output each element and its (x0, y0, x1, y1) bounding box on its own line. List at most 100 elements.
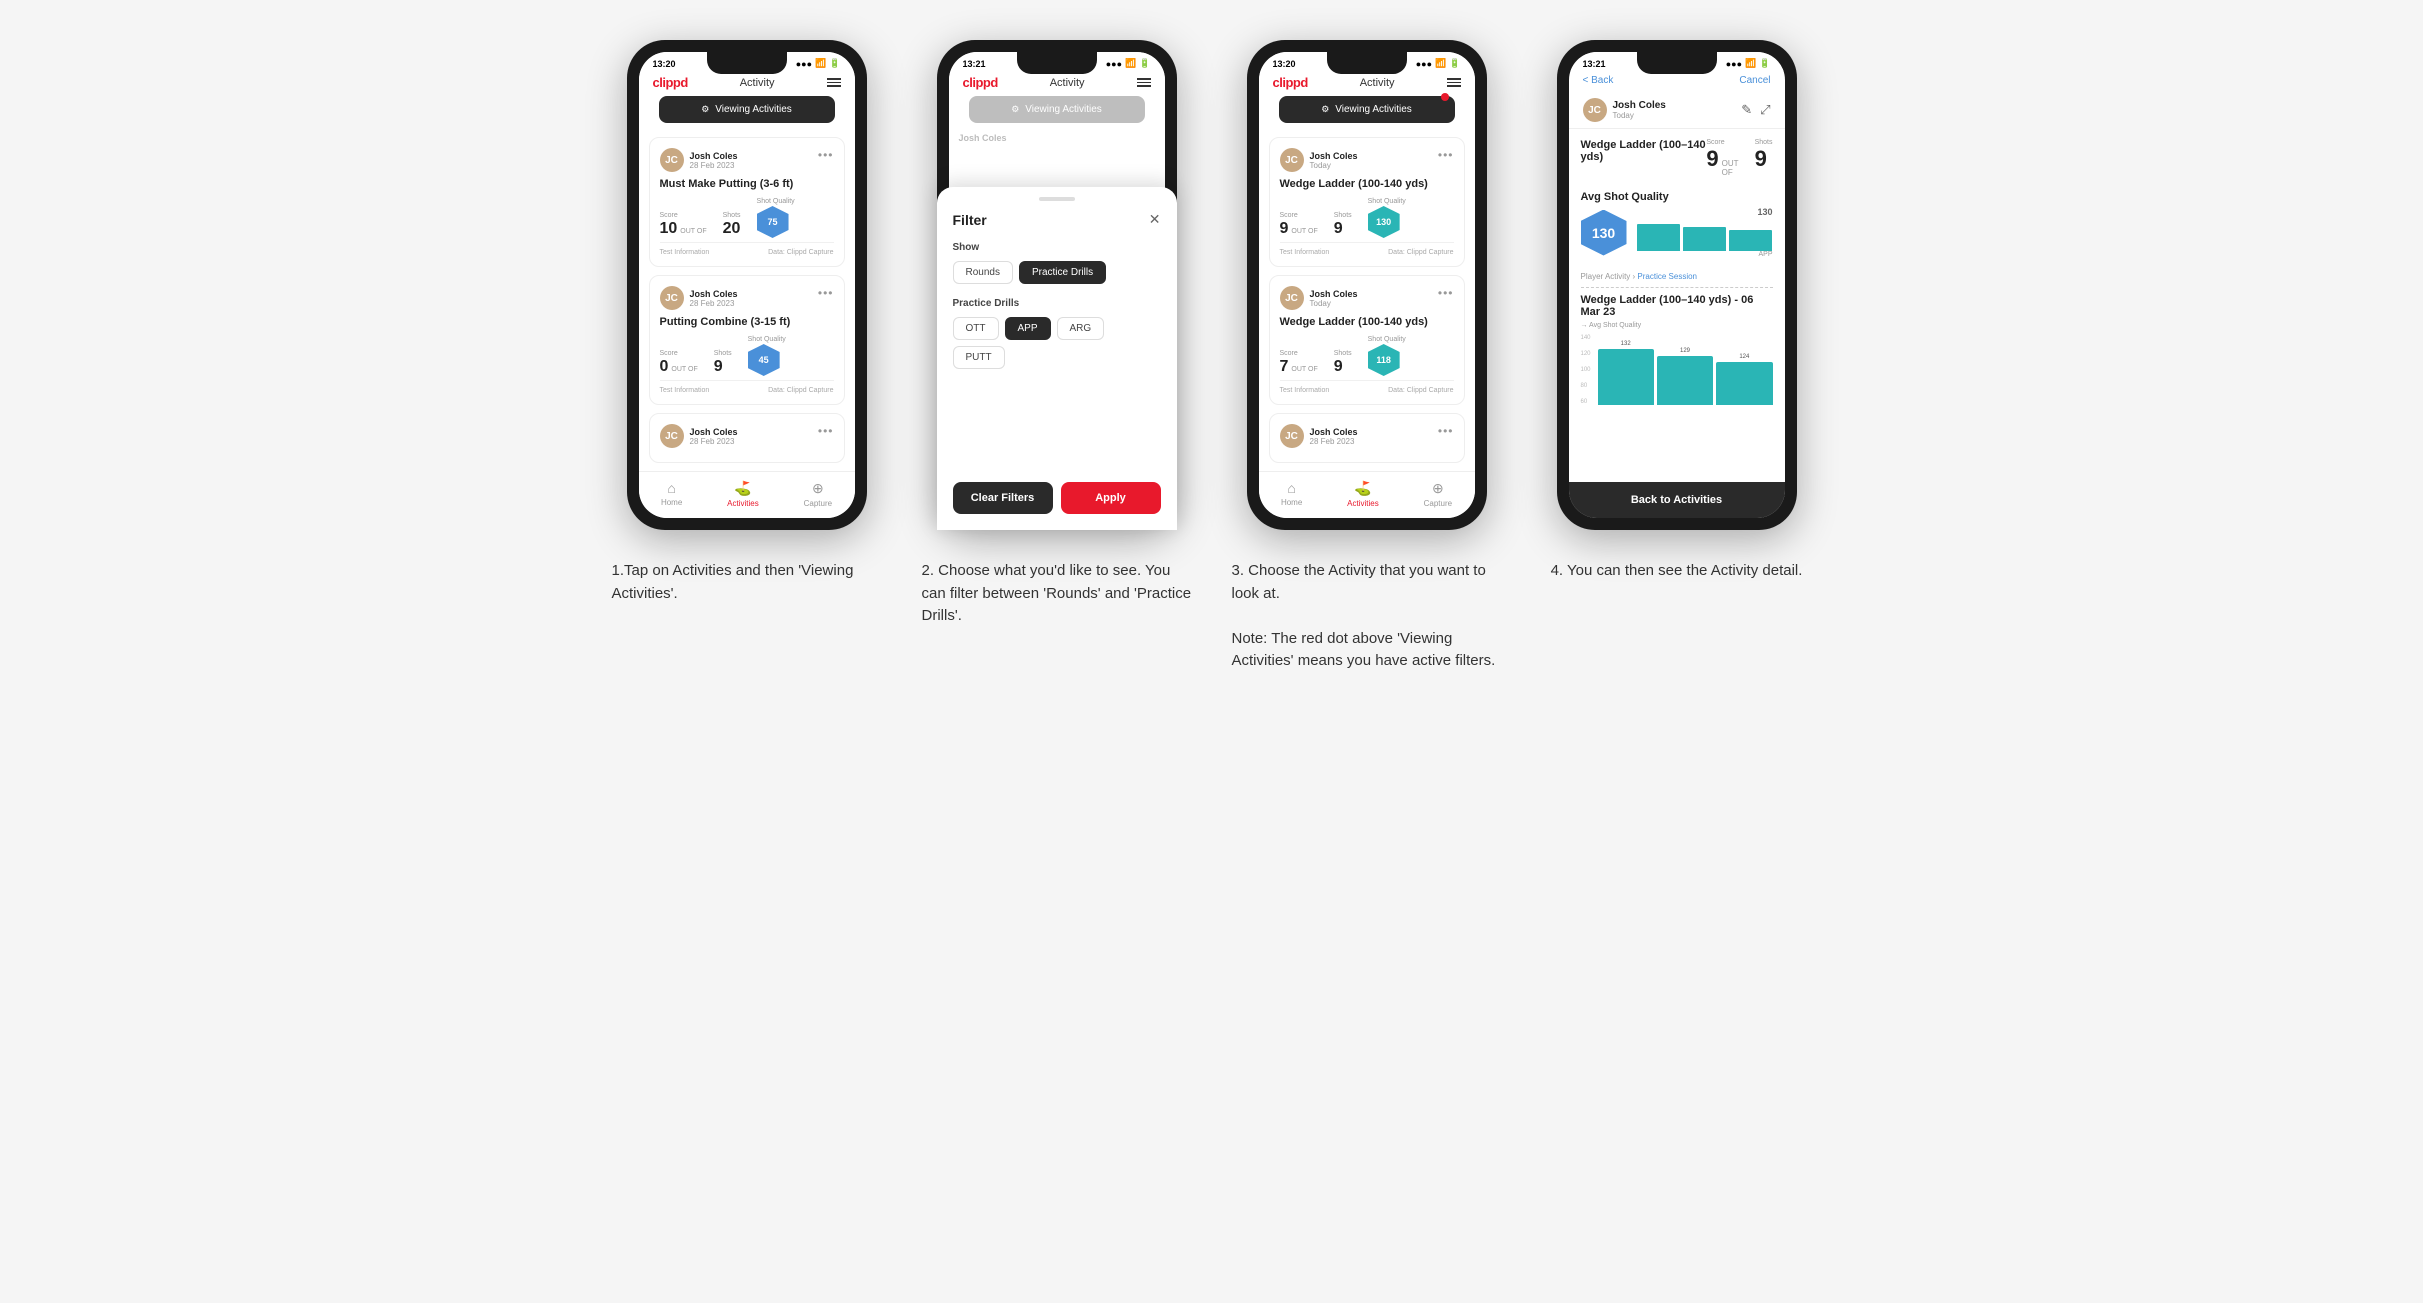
shots-block-3-1: Shots 9 (1334, 212, 1352, 238)
back-to-activities-button[interactable]: Back to Activities (1569, 482, 1785, 518)
activity-card-3[interactable]: JC Josh Coles 28 Feb 2023 ••• (649, 413, 845, 463)
dots-menu-3-2[interactable]: ••• (1438, 286, 1454, 300)
screen3-column: 13:20 ●●● 📶 🔋 clippd Activity (1232, 40, 1502, 673)
activity-card-3-3[interactable]: JC Josh Coles 28 Feb 2023 ••• (1269, 413, 1465, 463)
activity-card-3-2[interactable]: JC Josh Coles Today ••• Wedge Ladder (10… (1269, 275, 1465, 405)
detail-user-name: Josh Coles (1613, 100, 1666, 111)
detail-avg-label: Avg Shot Quality (1581, 191, 1773, 203)
outof-2: OUT OF (671, 366, 697, 373)
avg-shot-row: 130 130 APP (1581, 207, 1773, 258)
page-container: 13:20 ●●● 📶 🔋 clippd Activity (612, 40, 1812, 673)
footer-left-3-2: Test Information (1280, 387, 1330, 394)
practice-session-link[interactable]: Practice Session (1637, 272, 1697, 281)
show-label: Show (953, 242, 1161, 253)
activity-card-2[interactable]: JC Josh Coles 28 Feb 2023 ••• Putting Co… (649, 275, 845, 405)
hamburger-1[interactable] (827, 78, 841, 87)
dots-menu-3-1[interactable]: ••• (1438, 148, 1454, 162)
viewing-banner-2: ⚙ Viewing Activities (969, 96, 1145, 123)
activity-title-3-1: Wedge Ladder (100-140 yds) (1280, 178, 1454, 190)
stats-row-2: Score 0 OUT OF Shots 9 (660, 336, 834, 376)
hamburger-2[interactable] (1137, 78, 1151, 87)
chip-putt[interactable]: PUTT (953, 346, 1005, 369)
card-behind-name-2: Josh Coles (959, 129, 1155, 147)
status-right-4: ●●● 📶 🔋 (1726, 58, 1771, 69)
user-date-1: 28 Feb 2023 (690, 161, 738, 170)
chip-app[interactable]: APP (1005, 317, 1051, 340)
avatar-3-2: JC (1280, 286, 1304, 310)
battery-3: 🔋 (1449, 58, 1460, 69)
logo-1: clippd (653, 75, 688, 90)
cancel-button-4[interactable]: Cancel (1739, 75, 1770, 86)
footer-right-1: Data: Clippd Capture (768, 249, 833, 256)
footer-right-3-1: Data: Clippd Capture (1388, 249, 1453, 256)
tab-activities-1[interactable]: ⛳ Activities (727, 480, 759, 508)
chip-ott[interactable]: OTT (953, 317, 999, 340)
status-right-1: ●●● 📶 🔋 (796, 58, 841, 69)
modal-body: Show Rounds Practice Drills Practice Dri… (949, 234, 1165, 472)
activity-title-1: Must Make Putting (3-6 ft) (660, 178, 834, 190)
chip-rounds[interactable]: Rounds (953, 261, 1013, 284)
wifi-2: 📶 (1125, 58, 1136, 69)
user-name-date-3-2: Josh Coles Today (1310, 289, 1358, 308)
capture-icon-1: ⊕ (812, 480, 824, 497)
detail-icons: ✎ ⤢ (1741, 102, 1770, 118)
bar-1 (1598, 349, 1654, 405)
clear-filters-button[interactable]: Clear Filters (953, 482, 1053, 514)
tab-activities-3[interactable]: ⛳ Activities (1347, 480, 1379, 508)
hamburger-3[interactable] (1447, 78, 1461, 87)
detail-score-section: Wedge Ladder (100–140 yds) Score 9 OUT O… (1581, 139, 1773, 177)
dots-menu-3[interactable]: ••• (818, 424, 834, 438)
dots-menu-2[interactable]: ••• (818, 286, 834, 300)
logo-3: clippd (1273, 75, 1308, 90)
tab-home-label-1: Home (661, 498, 682, 507)
stats-row-3-1: Score 9 OUT OF Shots 9 (1280, 198, 1454, 238)
time-1: 13:20 (653, 59, 676, 69)
bar-group-3: 124 (1716, 354, 1772, 405)
expand-icon[interactable]: ⤢ (1760, 102, 1770, 118)
nav-title-2: Activity (1050, 77, 1085, 89)
user-name-3: Josh Coles (690, 427, 738, 437)
phone-notch-1 (707, 52, 787, 74)
bar-2 (1657, 356, 1713, 405)
user-info-3: JC Josh Coles 28 Feb 2023 (660, 424, 738, 448)
avg-shot-label: → Avg Shot Quality (1581, 322, 1773, 329)
detail-score-label: Score (1706, 139, 1738, 146)
avatar-1: JC (660, 148, 684, 172)
drill-date-title: Wedge Ladder (100–140 yds) - 06 Mar 23 (1581, 294, 1773, 318)
sq-label-2: Shot Quality (748, 336, 786, 343)
chip-arg[interactable]: ARG (1057, 317, 1105, 340)
bar-value-3: 124 (1739, 354, 1749, 360)
activity-card-1[interactable]: JC Josh Coles 28 Feb 2023 ••• Must Make … (649, 137, 845, 267)
capture-icon-3: ⊕ (1432, 480, 1444, 497)
outof-3-2: OUT OF (1291, 366, 1317, 373)
activity-title-3-2: Wedge Ladder (100-140 yds) (1280, 316, 1454, 328)
y-label-60: 60 (1581, 399, 1591, 405)
tab-home-3[interactable]: ⌂ Home (1281, 480, 1302, 508)
bars-container: 132 129 124 (1598, 335, 1773, 405)
tab-home-1[interactable]: ⌂ Home (661, 480, 682, 508)
signal-3: ●●● (1416, 59, 1432, 69)
banner-container-3: ⚙ Viewing Activities (1259, 96, 1475, 129)
chip-practice-drills[interactable]: Practice Drills (1019, 261, 1106, 284)
card-header-2: JC Josh Coles 28 Feb 2023 ••• (660, 286, 834, 310)
activity-card-3-1[interactable]: JC Josh Coles Today ••• Wedge Ladder (10… (1269, 137, 1465, 267)
back-button-4[interactable]: < Back (1583, 75, 1614, 86)
detail-user-date: Today (1613, 111, 1666, 120)
avatar-3: JC (660, 424, 684, 448)
screen1-column: 13:20 ●●● 📶 🔋 clippd Activity (612, 40, 882, 605)
dots-menu-3-3[interactable]: ••• (1438, 424, 1454, 438)
card-header-1: JC Josh Coles 28 Feb 2023 ••• (660, 148, 834, 172)
close-button[interactable]: ✕ (1149, 211, 1161, 228)
time-3: 13:20 (1273, 59, 1296, 69)
apply-button[interactable]: Apply (1061, 482, 1161, 514)
tab-capture-3[interactable]: ⊕ Capture (1424, 480, 1452, 508)
user-info-3-1: JC Josh Coles Today (1280, 148, 1358, 172)
viewing-banner-text-3: Viewing Activities (1335, 104, 1412, 115)
dots-menu-1[interactable]: ••• (818, 148, 834, 162)
edit-icon[interactable]: ✎ (1741, 102, 1752, 118)
viewing-banner-text-2: Viewing Activities (1025, 104, 1102, 115)
viewing-banner-1[interactable]: ⚙ Viewing Activities (659, 96, 835, 123)
detail-practice-section: Player Activity › Practice Session Wedge… (1581, 272, 1773, 405)
viewing-banner-3[interactable]: ⚙ Viewing Activities (1279, 96, 1455, 123)
tab-capture-1[interactable]: ⊕ Capture (804, 480, 832, 508)
